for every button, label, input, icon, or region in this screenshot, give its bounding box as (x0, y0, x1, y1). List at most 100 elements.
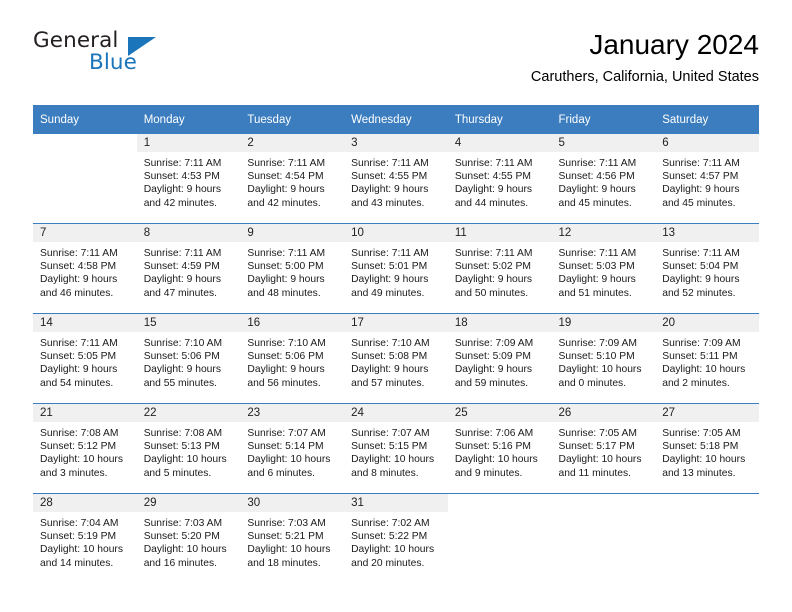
day-cell-content: 19 Sunrise: 7:09 AM Sunset: 5:10 PM Dayl… (551, 314, 656, 403)
calendar-day-cell[interactable]: 13 Sunrise: 7:11 AM Sunset: 5:04 PM Dayl… (655, 223, 759, 314)
daylight-text-line1: Daylight: 10 hours (143, 544, 227, 556)
daylight-text-line1: Daylight: 9 hours (40, 274, 118, 286)
calendar-day-cell[interactable]: 15 Sunrise: 7:10 AM Sunset: 5:06 PM Dayl… (136, 313, 241, 404)
day-cell-content: 15 Sunrise: 7:10 AM Sunset: 5:06 PM Dayl… (136, 314, 241, 403)
day-cell-content: 21 Sunrise: 7:08 AM Sunset: 5:12 PM Dayl… (33, 404, 137, 493)
calendar-day-cell[interactable]: 29 Sunrise: 7:03 AM Sunset: 5:20 PM Dayl… (136, 493, 241, 583)
daylight-text-line2: and 8 minutes. (351, 467, 419, 479)
calendar-day-cell[interactable]: 17 Sunrise: 7:10 AM Sunset: 5:08 PM Dayl… (344, 313, 448, 404)
weekday-header-friday: Friday (551, 105, 656, 134)
calendar-day-cell[interactable]: 20 Sunrise: 7:09 AM Sunset: 5:11 PM Dayl… (655, 313, 759, 404)
weekday-header-sunday: Sunday (33, 105, 137, 134)
day-number: 24 (344, 404, 448, 422)
day-cell-content: 11 Sunrise: 7:11 AM Sunset: 5:02 PM Dayl… (447, 224, 552, 313)
calendar-day-cell[interactable] (33, 134, 137, 224)
day-number: 26 (551, 404, 656, 422)
calendar-day-cell[interactable]: 8 Sunrise: 7:11 AM Sunset: 4:59 PM Dayli… (136, 223, 241, 314)
day-info: Sunrise: 7:07 AM Sunset: 5:14 PM Dayligh… (240, 422, 344, 480)
day-cell-content: 29 Sunrise: 7:03 AM Sunset: 5:20 PM Dayl… (136, 494, 241, 583)
sunset-text: Sunset: 5:10 PM (558, 351, 635, 363)
sunset-text: Sunset: 5:08 PM (351, 351, 428, 363)
calendar-day-cell[interactable]: 31 Sunrise: 7:02 AM Sunset: 5:22 PM Dayl… (344, 493, 448, 583)
calendar-day-cell[interactable]: 5 Sunrise: 7:11 AM Sunset: 4:56 PM Dayli… (551, 134, 656, 224)
day-cell-content: 25 Sunrise: 7:06 AM Sunset: 5:16 PM Dayl… (447, 404, 552, 493)
calendar-day-cell[interactable]: 21 Sunrise: 7:08 AM Sunset: 5:12 PM Dayl… (33, 403, 137, 494)
sunrise-text: Sunrise: 7:11 AM (247, 248, 326, 259)
daylight-text-line1: Daylight: 9 hours (247, 364, 325, 376)
daylight-text-line2: and 51 minutes. (558, 287, 632, 299)
sunrise-text: Sunrise: 7:11 AM (558, 248, 637, 259)
daylight-text-line1: Daylight: 9 hours (662, 184, 740, 196)
day-info: Sunrise: 7:11 AM Sunset: 4:53 PM Dayligh… (137, 152, 241, 210)
day-info: Sunrise: 7:09 AM Sunset: 5:11 PM Dayligh… (655, 332, 759, 390)
calendar-day-cell[interactable]: 14 Sunrise: 7:11 AM Sunset: 5:05 PM Dayl… (33, 313, 137, 404)
sunrise-text: Sunrise: 7:07 AM (247, 428, 326, 439)
calendar-week-row: 7 Sunrise: 7:11 AM Sunset: 4:58 PM Dayli… (33, 223, 759, 314)
calendar-day-cell[interactable]: 27 Sunrise: 7:05 AM Sunset: 5:18 PM Dayl… (655, 403, 759, 494)
daylight-text-line2: and 20 minutes. (351, 557, 425, 569)
sunrise-text: Sunrise: 7:11 AM (454, 158, 533, 169)
calendar-day-cell[interactable]: 4 Sunrise: 7:11 AM Sunset: 4:55 PM Dayli… (447, 134, 552, 224)
calendar-day-cell[interactable]: 28 Sunrise: 7:04 AM Sunset: 5:19 PM Dayl… (33, 493, 137, 583)
calendar-day-cell[interactable]: 9 Sunrise: 7:11 AM Sunset: 5:00 PM Dayli… (240, 223, 345, 314)
calendar-day-cell[interactable]: 10 Sunrise: 7:11 AM Sunset: 5:01 PM Dayl… (344, 223, 448, 314)
page-header: General Blue January 2024 Caruthers, Cal… (33, 28, 759, 98)
day-cell-content: 24 Sunrise: 7:07 AM Sunset: 5:15 PM Dayl… (344, 404, 448, 493)
day-number: 22 (136, 404, 241, 422)
sunrise-text: Sunrise: 7:04 AM (40, 518, 119, 529)
day-number: 25 (447, 404, 552, 422)
calendar-day-cell[interactable]: 26 Sunrise: 7:05 AM Sunset: 5:17 PM Dayl… (551, 403, 656, 494)
calendar-day-cell[interactable]: 24 Sunrise: 7:07 AM Sunset: 5:15 PM Dayl… (344, 403, 448, 494)
sunrise-text: Sunrise: 7:05 AM (558, 428, 637, 439)
day-cell-content: 31 Sunrise: 7:02 AM Sunset: 5:22 PM Dayl… (344, 494, 448, 583)
day-number (447, 494, 552, 512)
day-number: 31 (344, 494, 448, 512)
calendar-day-cell[interactable]: 18 Sunrise: 7:09 AM Sunset: 5:09 PM Dayl… (447, 313, 552, 404)
sunset-text: Sunset: 5:06 PM (247, 351, 324, 363)
day-info: Sunrise: 7:11 AM Sunset: 5:03 PM Dayligh… (552, 242, 656, 300)
day-cell-content: 28 Sunrise: 7:04 AM Sunset: 5:19 PM Dayl… (33, 494, 137, 583)
daylight-text-line2: and 47 minutes. (143, 287, 217, 299)
calendar-day-cell[interactable]: 2 Sunrise: 7:11 AM Sunset: 4:54 PM Dayli… (240, 134, 345, 224)
sunset-text: Sunset: 5:19 PM (40, 531, 117, 543)
daylight-text-line2: and 48 minutes. (247, 287, 321, 299)
day-number: 10 (344, 224, 448, 242)
sunrise-text: Sunrise: 7:09 AM (662, 338, 741, 349)
calendar-day-cell[interactable]: 30 Sunrise: 7:03 AM Sunset: 5:21 PM Dayl… (240, 493, 345, 583)
calendar-day-cell[interactable]: 19 Sunrise: 7:09 AM Sunset: 5:10 PM Dayl… (551, 313, 656, 404)
sunset-text: Sunset: 5:14 PM (247, 441, 324, 453)
sunset-text: Sunset: 5:22 PM (351, 531, 428, 543)
day-number: 20 (655, 314, 759, 332)
sunrise-text: Sunrise: 7:07 AM (351, 428, 430, 439)
day-number: 2 (240, 134, 345, 152)
calendar-day-cell[interactable]: 11 Sunrise: 7:11 AM Sunset: 5:02 PM Dayl… (447, 223, 552, 314)
daylight-text-line1: Daylight: 10 hours (351, 454, 435, 466)
calendar-day-cell[interactable]: 6 Sunrise: 7:11 AM Sunset: 4:57 PM Dayli… (655, 134, 759, 224)
calendar-day-cell[interactable]: 23 Sunrise: 7:07 AM Sunset: 5:14 PM Dayl… (240, 403, 345, 494)
calendar-day-cell[interactable] (447, 493, 552, 583)
daylight-text-line2: and 46 minutes. (40, 287, 114, 299)
daylight-text-line1: Daylight: 9 hours (247, 184, 325, 196)
daylight-text-line1: Daylight: 9 hours (558, 274, 636, 286)
day-info: Sunrise: 7:10 AM Sunset: 5:08 PM Dayligh… (344, 332, 448, 390)
calendar-day-cell[interactable] (655, 493, 759, 583)
daylight-text-line1: Daylight: 9 hours (351, 274, 429, 286)
sunset-text: Sunset: 4:58 PM (40, 261, 117, 273)
sunrise-text: Sunrise: 7:11 AM (247, 158, 326, 169)
calendar-day-cell[interactable]: 22 Sunrise: 7:08 AM Sunset: 5:13 PM Dayl… (136, 403, 241, 494)
calendar-day-cell[interactable]: 3 Sunrise: 7:11 AM Sunset: 4:55 PM Dayli… (344, 134, 448, 224)
daylight-text-line1: Daylight: 10 hours (247, 454, 331, 466)
day-info: Sunrise: 7:11 AM Sunset: 4:55 PM Dayligh… (344, 152, 448, 210)
calendar-day-cell[interactable]: 7 Sunrise: 7:11 AM Sunset: 4:58 PM Dayli… (33, 223, 137, 314)
day-info: Sunrise: 7:11 AM Sunset: 5:01 PM Dayligh… (344, 242, 448, 300)
calendar-day-cell[interactable]: 25 Sunrise: 7:06 AM Sunset: 5:16 PM Dayl… (447, 403, 552, 494)
calendar-day-cell[interactable]: 1 Sunrise: 7:11 AM Sunset: 4:53 PM Dayli… (136, 134, 241, 224)
calendar-day-cell[interactable]: 16 Sunrise: 7:10 AM Sunset: 5:06 PM Dayl… (240, 313, 345, 404)
daylight-text-line1: Daylight: 9 hours (247, 274, 325, 286)
daylight-text-line2: and 16 minutes. (143, 557, 217, 569)
sunrise-text: Sunrise: 7:11 AM (351, 248, 429, 259)
calendar-day-cell[interactable] (551, 493, 656, 583)
general-blue-logo[interactable]: General Blue (33, 28, 233, 84)
sunrise-text: Sunrise: 7:08 AM (40, 428, 119, 439)
calendar-day-cell[interactable]: 12 Sunrise: 7:11 AM Sunset: 5:03 PM Dayl… (551, 223, 656, 314)
